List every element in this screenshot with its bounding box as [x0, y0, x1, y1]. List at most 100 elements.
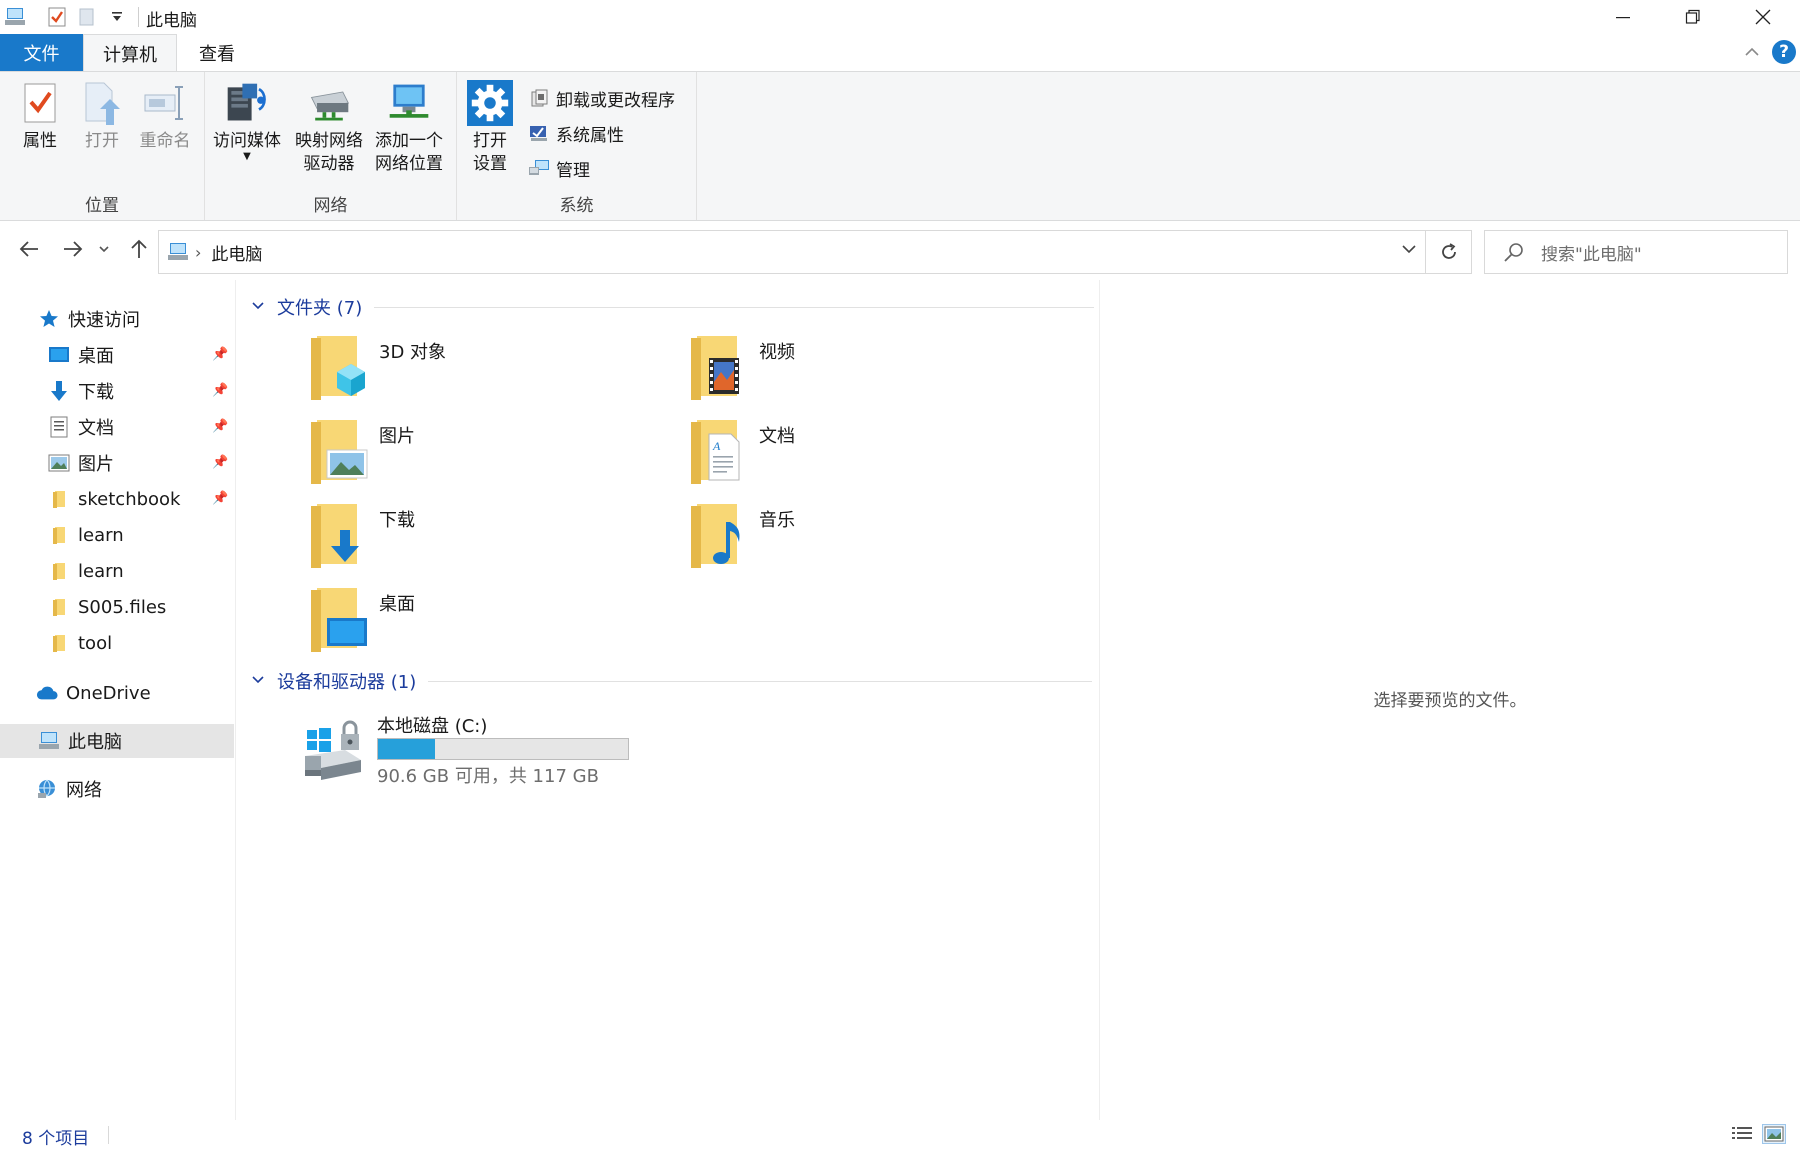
this-pc-icon	[38, 730, 60, 752]
folder-icon	[48, 488, 70, 510]
manage-button[interactable]: 管理	[528, 154, 590, 182]
nav-network[interactable]: 网络	[0, 772, 236, 806]
rename-button[interactable]: 重命名	[134, 80, 196, 153]
nav-item-sketchbook[interactable]: sketchbook 📌	[0, 482, 236, 516]
ribbon-group-network: 访问媒体 ▼ 映射网络 驱动器 添加一个 网络位置 网络	[205, 72, 457, 220]
folder-tile-videos[interactable]: 视频	[687, 332, 1047, 408]
back-button[interactable]	[14, 234, 44, 264]
system-properties-button[interactable]: 系统属性	[528, 119, 624, 147]
folder-tile-pictures[interactable]: 图片	[307, 416, 667, 492]
up-button[interactable]	[124, 234, 154, 264]
search-icon	[1504, 243, 1523, 262]
close-icon	[1755, 9, 1771, 25]
nav-item-pictures[interactable]: 图片 📌	[0, 446, 236, 480]
pin-icon[interactable]: 📌	[212, 455, 228, 470]
properties-label: 属性	[23, 131, 57, 151]
nav-item-desktop[interactable]: 桌面 📌	[0, 338, 236, 372]
large-icons-view-button[interactable]	[1762, 1124, 1786, 1144]
nav-network-label: 网络	[66, 780, 102, 801]
window-title: 此电脑	[146, 11, 197, 31]
drive-free-space: 90.6 GB 可用，共 117 GB	[377, 766, 599, 787]
chevron-down-icon[interactable]	[251, 300, 267, 315]
pin-icon[interactable]: 📌	[212, 491, 228, 506]
devices-group-header[interactable]: 设备和驱动器 (1)	[251, 668, 1093, 694]
preview-empty-message: 选择要预览的文件。	[1373, 691, 1527, 711]
tab-file[interactable]: 文件	[0, 34, 83, 71]
new-folder-qat-icon[interactable]	[76, 6, 98, 28]
nav-item-label: 文档	[78, 418, 114, 439]
nav-item-documents[interactable]: 文档 📌	[0, 410, 236, 444]
address-bar[interactable]: › 此电脑	[158, 230, 1426, 274]
refresh-icon	[1441, 243, 1456, 259]
breadcrumb-this-pc[interactable]: 此电脑	[211, 240, 262, 265]
minimize-button[interactable]	[1588, 0, 1658, 34]
nav-item-label: S005.files	[78, 596, 167, 618]
search-box[interactable]: 搜索"此电脑"	[1484, 230, 1788, 274]
nav-onedrive[interactable]: OneDrive	[0, 676, 236, 710]
uninstall-programs-button[interactable]: 卸载或更改程序	[528, 84, 675, 112]
access-media-button[interactable]: 访问媒体 ▼	[209, 80, 285, 162]
properties-button[interactable]: 属性	[14, 80, 66, 153]
picture-icon	[48, 452, 70, 474]
nav-this-pc[interactable]: 此电脑	[0, 724, 234, 758]
folder-name: 音乐	[759, 510, 795, 531]
folder-tile-desktop[interactable]: 桌面	[307, 584, 667, 660]
breadcrumb-chevron-icon[interactable]: ›	[195, 243, 201, 262]
add-network-location-button[interactable]: 添加一个 网络位置	[369, 80, 449, 176]
nav-item-learn[interactable]: learn	[0, 518, 236, 552]
collapse-ribbon-button[interactable]	[1742, 42, 1762, 62]
title-separator	[138, 7, 139, 27]
nav-item-learn[interactable]: learn	[0, 554, 236, 588]
ribbon-group-network-label: 网络	[313, 196, 348, 216]
folder-icon	[48, 632, 70, 654]
chevron-down-icon[interactable]	[251, 674, 267, 689]
address-history-dropdown[interactable]	[1401, 243, 1417, 259]
nav-item-label: learn	[78, 524, 124, 546]
drive-tile-c[interactable]: 本地磁盘 (C:) 90.6 GB 可用，共 117 GB	[301, 712, 701, 792]
preview-pane: 选择要预览的文件。	[1099, 280, 1800, 1120]
open-settings-button[interactable]: 打开 设置	[461, 80, 519, 176]
folder-tile-music[interactable]: 音乐	[687, 500, 1047, 576]
recent-locations-button[interactable]	[94, 234, 114, 264]
system-properties-icon	[528, 122, 550, 144]
details-view-button[interactable]	[1730, 1124, 1754, 1144]
rename-label: 重命名	[139, 131, 191, 151]
properties-icon	[17, 80, 63, 126]
refresh-button[interactable]	[1426, 230, 1472, 274]
restore-button[interactable]	[1658, 0, 1728, 34]
nav-item-downloads[interactable]: 下载 📌	[0, 374, 236, 408]
windows-drive-icon	[305, 720, 361, 780]
desktop-icon	[48, 344, 70, 366]
chevron-down-icon	[1402, 245, 1416, 254]
pin-icon[interactable]: 📌	[212, 419, 228, 434]
open-settings-label-line1: 打开	[473, 131, 507, 151]
folders-group-header[interactable]: 文件夹 (7)	[251, 294, 1095, 320]
folder-tile-3d-objects[interactable]: 3D 对象	[307, 332, 667, 408]
folders-group-title: 文件夹 (7)	[277, 298, 363, 319]
add-location-label-line2: 网络位置	[375, 154, 443, 174]
folder-tile-documents[interactable]: A 文档	[687, 416, 1047, 492]
nav-item-s005-files[interactable]: S005.files	[0, 590, 236, 624]
arrow-up-icon	[131, 239, 147, 258]
open-button[interactable]: 打开	[76, 80, 128, 153]
close-button[interactable]	[1728, 0, 1798, 34]
map-network-drive-button[interactable]: 映射网络 驱动器	[289, 80, 369, 176]
folder-tile-downloads[interactable]: 下载	[307, 500, 667, 576]
help-button[interactable]: ?	[1772, 40, 1796, 64]
map-drive-label-line1: 映射网络	[295, 131, 363, 151]
nav-onedrive-label: OneDrive	[66, 682, 151, 704]
tab-view[interactable]: 查看	[177, 34, 257, 71]
qat-dropdown-icon[interactable]	[106, 6, 128, 28]
properties-qat-icon[interactable]	[46, 6, 68, 28]
drive-name: 本地磁盘 (C:)	[377, 716, 488, 737]
pin-icon[interactable]: 📌	[212, 347, 228, 362]
tab-computer[interactable]: 计算机	[83, 34, 177, 72]
nav-quick-access[interactable]: 快速访问	[0, 302, 236, 336]
pin-icon[interactable]: 📌	[212, 383, 228, 398]
nav-item-tool[interactable]: tool	[0, 626, 236, 660]
status-separator	[108, 1126, 109, 1144]
forward-button[interactable]	[58, 234, 88, 264]
uninstall-label: 卸载或更改程序	[556, 90, 675, 111]
uninstall-icon	[528, 87, 550, 109]
search-placeholder: 搜索"此电脑"	[1541, 244, 1642, 265]
